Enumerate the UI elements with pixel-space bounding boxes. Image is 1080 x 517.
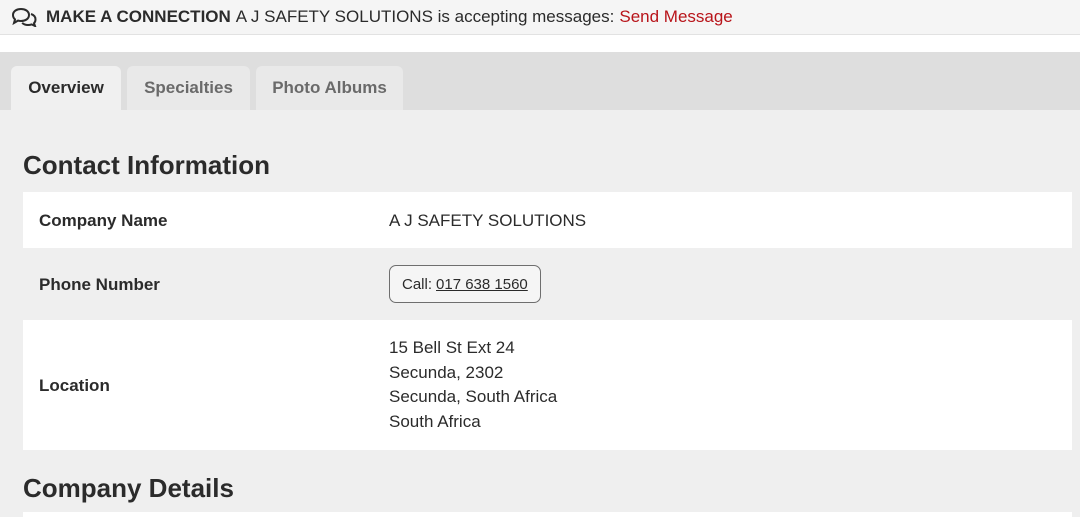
address-line: 15 Bell St Ext 24 [389,338,515,357]
phone-number-link[interactable]: 017 638 1560 [436,276,528,293]
connection-bar: MAKE A CONNECTION A J SAFETY SOLUTIONS i… [0,0,1080,35]
contact-information-heading: Contact Information [23,150,270,180]
call-phone-button[interactable]: Call: 017 638 1560 [389,265,541,303]
connection-text: A J SAFETY SOLUTIONS is accepting messag… [235,7,615,26]
company-name-value: A J SAFETY SOLUTIONS [389,211,587,230]
company-details-row [23,512,1072,517]
address-line: South Africa [389,411,481,431]
location-row: Location 15 Bell St Ext 24 Secunda, 2302… [23,320,1072,450]
call-prefix: Call: [402,275,433,293]
tab-photo-albums[interactable]: Photo Albums [256,66,403,110]
send-message-link[interactable]: Send Message [619,7,732,27]
location-label: Location [39,376,110,395]
phone-number-label: Phone Number [39,275,160,294]
address-line: Secunda, South Africa [389,387,558,406]
connection-title: MAKE A CONNECTION [46,7,231,26]
overview-panel: Contact Information Company Name A J SAF… [0,110,1080,517]
phone-number-row: Phone Number Call: 017 638 1560 [23,248,1072,320]
address-block: 15 Bell St Ext 24 Secunda, 2302 Secunda,… [389,336,557,434]
chat-bubbles-icon [10,7,38,28]
address-line: Secunda, 2302 [389,362,504,382]
tab-overview[interactable]: Overview [11,66,121,110]
company-details-heading: Company Details [23,473,234,503]
company-name-row: Company Name A J SAFETY SOLUTIONS [23,192,1072,248]
connection-bar-spacer [0,35,1080,52]
company-name-label: Company Name [39,211,168,230]
tab-specialties[interactable]: Specialties [127,66,250,110]
tab-bar: Overview Specialties Photo Albums [0,52,1080,110]
